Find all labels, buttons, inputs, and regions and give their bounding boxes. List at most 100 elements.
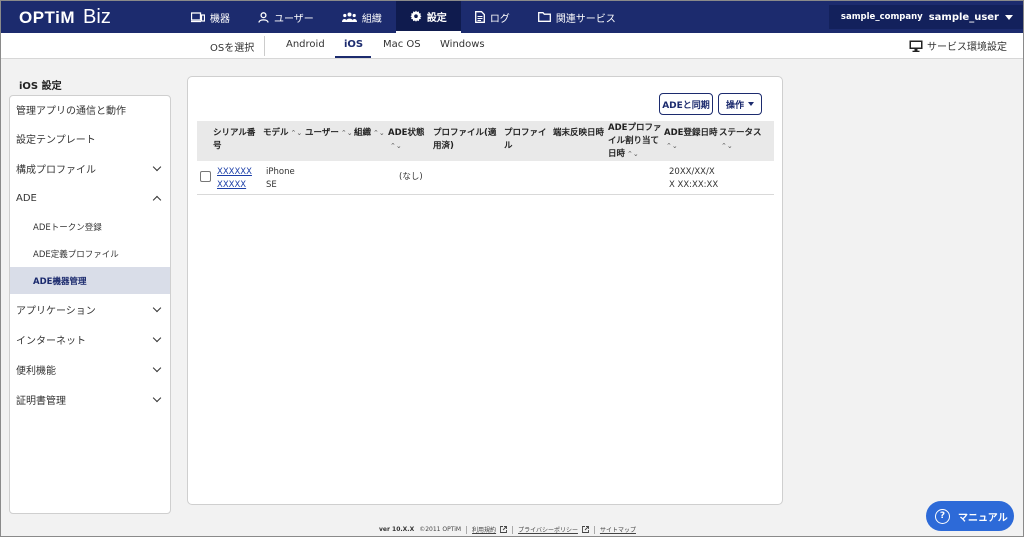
sort-icon: ⌃⌄	[290, 129, 303, 137]
column-header-model[interactable]: モデル ⌃⌄	[263, 127, 302, 140]
account-menu[interactable]: sample_company sample_user	[829, 5, 1023, 29]
sort-icon: ⌃⌄	[627, 150, 639, 158]
sync-button-label: ADEと同期	[662, 100, 710, 111]
sort-icon: ⌃⌄	[666, 142, 678, 150]
sort-icon: ⌃⌄	[373, 129, 385, 137]
sidebar-item-label: 便利機能	[16, 365, 56, 377]
divider	[593, 525, 595, 534]
sidebar-subitem-label: ADE機器管理	[33, 276, 87, 287]
nav-logs-label: ログ	[489, 13, 510, 25]
column-header-text: モデル	[263, 128, 289, 138]
sidebar-item-label: 管理アプリの通信と動作	[16, 106, 126, 117]
divider	[264, 36, 265, 56]
table-row: XXXXXX XXXXX iPhone SE (なし) 20XX/XX/X X …	[197, 161, 774, 195]
column-header-text: ユーザー	[305, 128, 339, 138]
sort-icon: ⌃⌄	[721, 142, 733, 150]
registered-cell: 20XX/XX/X X XX:XX:XX	[669, 166, 718, 192]
log-icon	[474, 11, 485, 23]
serial-text: XXXXXX	[217, 167, 252, 177]
nav-organization-label: 組織	[361, 13, 382, 25]
registered-text: X XX:XX:XX	[669, 180, 719, 190]
column-header-profile: プロファイル	[504, 127, 547, 153]
sidebar-subitem-ade-profile[interactable]: ADE定義プロファイル	[10, 240, 170, 267]
column-header-text: プロファイ	[504, 128, 547, 138]
row-checkbox[interactable]	[200, 171, 211, 182]
sidebar-item-managed-app[interactable]: 管理アプリの通信と動作	[10, 96, 170, 123]
sidebar-item-useful-features[interactable]: 便利機能	[10, 354, 170, 384]
chevron-down-icon	[152, 393, 162, 402]
sync-with-ade-button[interactable]: ADEと同期	[659, 93, 713, 115]
monitor-icon	[909, 40, 923, 52]
optim-biz-logo[interactable]: OPTiM Biz	[19, 6, 169, 29]
chevron-down-icon	[152, 162, 162, 171]
column-header-text: ステータス	[719, 128, 762, 138]
sidebar-item-config-profile[interactable]: 構成プロファイル	[10, 153, 170, 183]
service-env-label: サービス環境設定	[927, 42, 1007, 53]
nav-users-label: ユーザー	[274, 13, 314, 25]
column-header-text: ADE登録日時	[664, 128, 718, 138]
footer: ver 10.X.X ©2011 OPTiM 利用規約 プライバシーポリシー サ…	[379, 525, 636, 534]
model-cell: iPhone SE	[266, 166, 295, 192]
chevron-down-icon	[1005, 14, 1013, 20]
nav-devices[interactable]: 機器	[177, 1, 244, 33]
manual-button[interactable]: ? マニュアル	[926, 501, 1014, 531]
column-header-text: ル	[504, 141, 513, 151]
devices-icon	[191, 11, 205, 22]
nav-logs[interactable]: ログ	[461, 1, 524, 33]
divider	[466, 525, 468, 534]
chevron-down-icon	[152, 363, 162, 372]
nav-related-services-label: 関連サービス	[555, 13, 616, 25]
column-header-status[interactable]: ステータス ⌃⌄	[719, 127, 762, 153]
sidebar-item-internet[interactable]: インターネット	[10, 324, 170, 354]
sitemap-link[interactable]: サイトマップ	[600, 525, 636, 534]
column-header-text: プロファイル(適	[433, 128, 497, 138]
column-header-ade-state[interactable]: ADE状態 ⌃⌄	[388, 127, 424, 153]
tab-ios[interactable]: iOS	[344, 39, 363, 50]
sidebar-item-label: インターネット	[16, 335, 86, 347]
sidebar-title: iOS 設定	[19, 81, 62, 92]
external-link-icon	[582, 526, 589, 533]
external-link-icon	[500, 526, 508, 533]
tab-android[interactable]: Android	[286, 39, 325, 50]
os-tabs-bar: OSを選択 Android iOS Mac OS Windows サービス環境設…	[1, 33, 1023, 59]
operations-dropdown-button[interactable]: 操作	[718, 93, 762, 115]
sidebar-item-applications[interactable]: アプリケーション	[10, 294, 170, 324]
column-header-organization[interactable]: 組織 ⌃⌄	[354, 127, 385, 140]
sidebar-item-label: 構成プロファイル	[16, 164, 96, 176]
tab-macos[interactable]: Mac OS	[383, 39, 421, 50]
table-header: シリアル番号 モデル ⌃⌄ ユーザー ⌃⌄ 組織 ⌃⌄ ADE状態 ⌃⌄ プロファイル(…	[197, 121, 774, 161]
copyright-text: ©2011 OPTiM	[419, 526, 462, 533]
user-name: sample_user	[928, 11, 999, 23]
nav-settings[interactable]: 設定	[395, 1, 461, 33]
nav-organization[interactable]: 組織	[328, 1, 396, 33]
column-header-ade-registered[interactable]: ADE登録日時 ⌃⌄	[664, 127, 717, 153]
sidebar-item-ade[interactable]: ADE	[10, 183, 170, 213]
chevron-down-icon	[152, 303, 162, 312]
column-header-text: 用済)	[433, 141, 454, 151]
sidebar-subitem-label: ADEトークン登録	[33, 222, 102, 233]
privacy-policy-link[interactable]: プライバシーポリシー	[518, 525, 578, 534]
sidebar-item-certificate-management[interactable]: 証明書管理	[10, 384, 170, 414]
nav-related-services[interactable]: 関連サービス	[524, 1, 630, 33]
company-name: sample_company	[840, 12, 923, 22]
column-header-user[interactable]: ユーザー ⌃⌄	[305, 127, 353, 140]
nav-users[interactable]: ユーザー	[244, 1, 328, 33]
sidebar-item-label: ADE	[16, 192, 37, 204]
help-icon: ?	[935, 508, 950, 524]
group-icon	[341, 12, 357, 22]
sort-icon: ⌃⌄	[340, 129, 353, 137]
tab-windows[interactable]: Windows	[440, 39, 485, 50]
column-header-ade-profile-assigned[interactable]: ADEプロファ イル割り当て 日時 ⌃⌄	[608, 122, 661, 161]
sidebar-item-setting-template[interactable]: 設定テンプレート	[10, 123, 170, 153]
column-header-serial[interactable]: シリアル番号	[213, 127, 255, 153]
operations-button-label: 操作	[725, 100, 744, 111]
sidebar-subitem-ade-token[interactable]: ADEトークン登録	[10, 213, 170, 240]
logo-text: OPTiM	[19, 7, 76, 27]
serial-link[interactable]: XXXXXX XXXXX	[217, 166, 252, 192]
sidebar-subitem-ade-device-management[interactable]: ADE機器管理	[10, 267, 170, 294]
model-text: iPhone	[266, 167, 295, 177]
service-env-settings-link[interactable]: サービス環境設定	[909, 38, 1007, 53]
terms-link[interactable]: 利用規約	[472, 525, 496, 534]
manual-button-label: マニュアル	[958, 512, 1008, 524]
ade-state-cell: (なし)	[399, 172, 423, 182]
